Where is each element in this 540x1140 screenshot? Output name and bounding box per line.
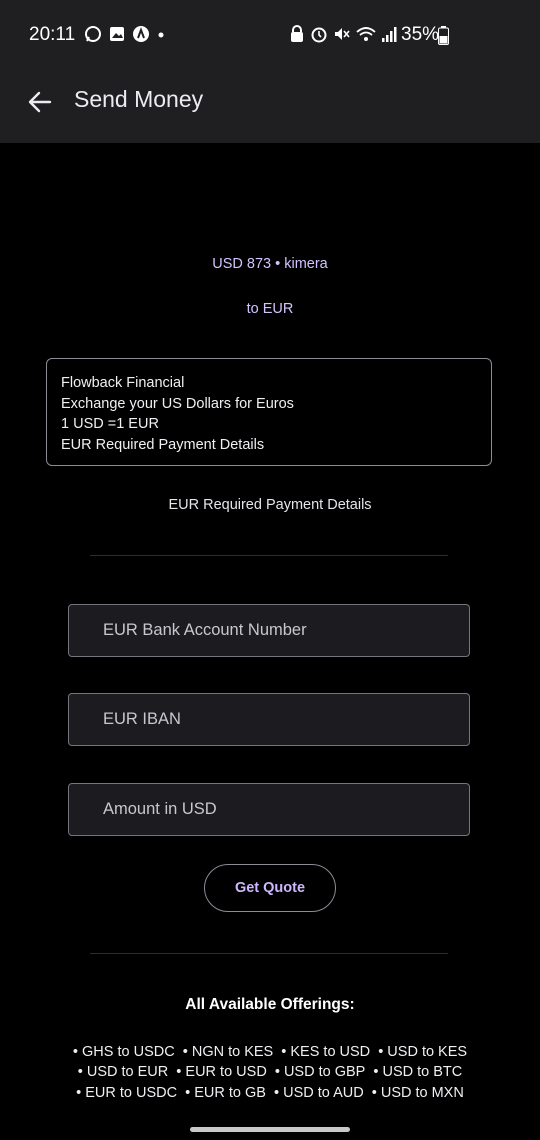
offering-item: • USD to AUD (274, 1085, 364, 1101)
divider-bottom (90, 953, 448, 954)
iban-input[interactable] (69, 694, 469, 745)
account-number-input[interactable] (69, 605, 469, 656)
amount-field[interactable] (68, 783, 470, 836)
arrow-left-icon[interactable] (26, 88, 54, 116)
offering-item: • EUR to USD (176, 1064, 267, 1080)
offering-item: • EUR to GB (185, 1085, 266, 1101)
divider-top (90, 555, 448, 556)
lock-icon (291, 25, 303, 42)
iban-field[interactable] (68, 693, 470, 746)
offerings-row: • EUR to USDC • EUR to GB • USD to AUD •… (0, 1085, 540, 1101)
battery-icon (438, 26, 449, 45)
battery-level: 35% (401, 24, 440, 45)
amount-input[interactable] (69, 784, 469, 835)
signal-icon (382, 27, 397, 42)
section-label: EUR Required Payment Details (168, 497, 372, 513)
status-time: 20:11 (29, 24, 76, 45)
offerings-row: • USD to EUR • EUR to USD • USD to GBP •… (0, 1064, 540, 1080)
offering-item: • KES to USD (281, 1044, 371, 1060)
provider-requirement: EUR Required Payment Details (61, 436, 265, 453)
offering-item: • USD to GBP (274, 1064, 366, 1080)
mute-icon (335, 28, 350, 40)
offering-item: • EUR to USDC (76, 1085, 178, 1101)
account-number-field[interactable] (68, 604, 470, 657)
alarm-icon (311, 27, 327, 43)
dot-icon (158, 32, 164, 38)
transfer-from-line: USD 873 • kimera (212, 256, 328, 272)
offering-item: • USD to MXN (371, 1085, 464, 1101)
transfer-to-line: to EUR (246, 301, 294, 317)
offering-item: • NGN to KES (182, 1044, 274, 1060)
status-bar: 20:11 35% (0, 0, 540, 70)
notification-icons (84, 25, 166, 43)
system-icons (289, 25, 399, 43)
offerings-title: All Available Offerings: (185, 996, 355, 1013)
app-icon (133, 26, 149, 42)
provider-card: Flowback Financial Exchange your US Doll… (46, 358, 492, 466)
image-icon (110, 27, 124, 41)
page-title: Send Money (74, 86, 204, 112)
offering-item: • USD to BTC (373, 1064, 463, 1080)
offering-item: • USD to KES (378, 1044, 468, 1060)
whatsapp-icon (85, 26, 101, 42)
home-indicator[interactable] (190, 1127, 350, 1132)
provider-name: Flowback Financial (61, 375, 185, 391)
offering-item: • USD to EUR (77, 1064, 169, 1080)
app-bar: Send Money (0, 70, 540, 143)
get-quote-button[interactable]: Get Quote (204, 864, 336, 912)
wifi-icon (356, 27, 376, 41)
provider-description: Exchange your US Dollars for Euros (61, 395, 294, 412)
offerings-row: • GHS to USDC • NGN to KES • KES to USD … (0, 1044, 540, 1060)
exchange-rate: 1 USD =1 EUR (61, 416, 159, 432)
offering-item: • GHS to USDC (72, 1044, 175, 1060)
